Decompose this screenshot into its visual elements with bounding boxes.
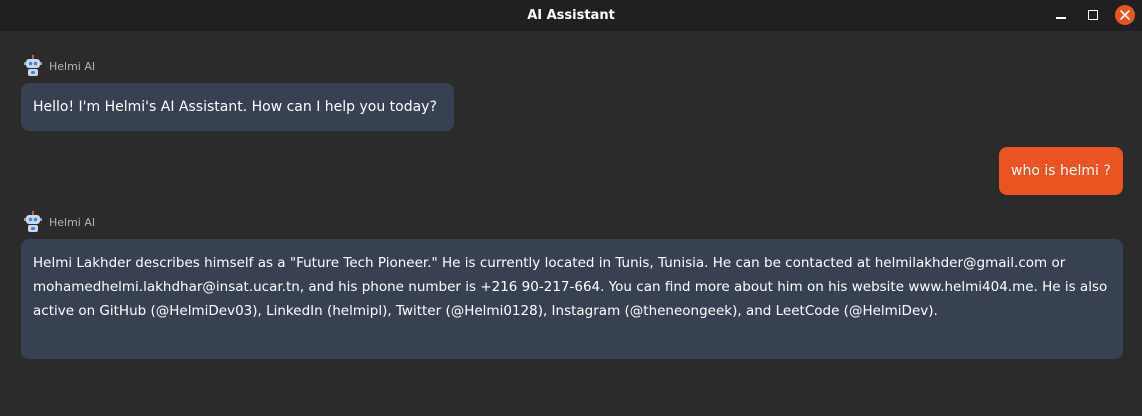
user-message: who is helmi ? [999, 147, 1123, 195]
bot-message: Hello! I'm Helmi's AI Assistant. How can… [21, 83, 454, 131]
robot-icon [24, 210, 42, 232]
maximize-icon [1088, 10, 1098, 20]
sender-name: Helmi AI [49, 215, 96, 229]
message-sender: Helmi AI [21, 209, 95, 235]
minimize-icon [1056, 17, 1066, 19]
message-text: Helmi Lakhder describes himself as a "Fu… [33, 255, 1108, 319]
chat-area[interactable]: Helmi AI Hello! I'm Helmi's AI Assistant… [0, 31, 1142, 416]
message-text: who is helmi ? [1011, 163, 1111, 179]
minimize-button[interactable] [1051, 5, 1071, 25]
title-bar: AI Assistant [0, 0, 1142, 31]
maximize-button[interactable] [1083, 5, 1103, 25]
close-button[interactable] [1115, 5, 1135, 25]
message-text: Hello! I'm Helmi's AI Assistant. How can… [33, 99, 437, 115]
message-sender: Helmi AI [21, 53, 95, 79]
bot-message: Helmi Lakhder describes himself as a "Fu… [21, 239, 1123, 359]
sender-name: Helmi AI [49, 59, 96, 73]
robot-icon [24, 54, 42, 76]
window-title: AI Assistant [527, 8, 615, 23]
close-icon [1120, 10, 1130, 20]
